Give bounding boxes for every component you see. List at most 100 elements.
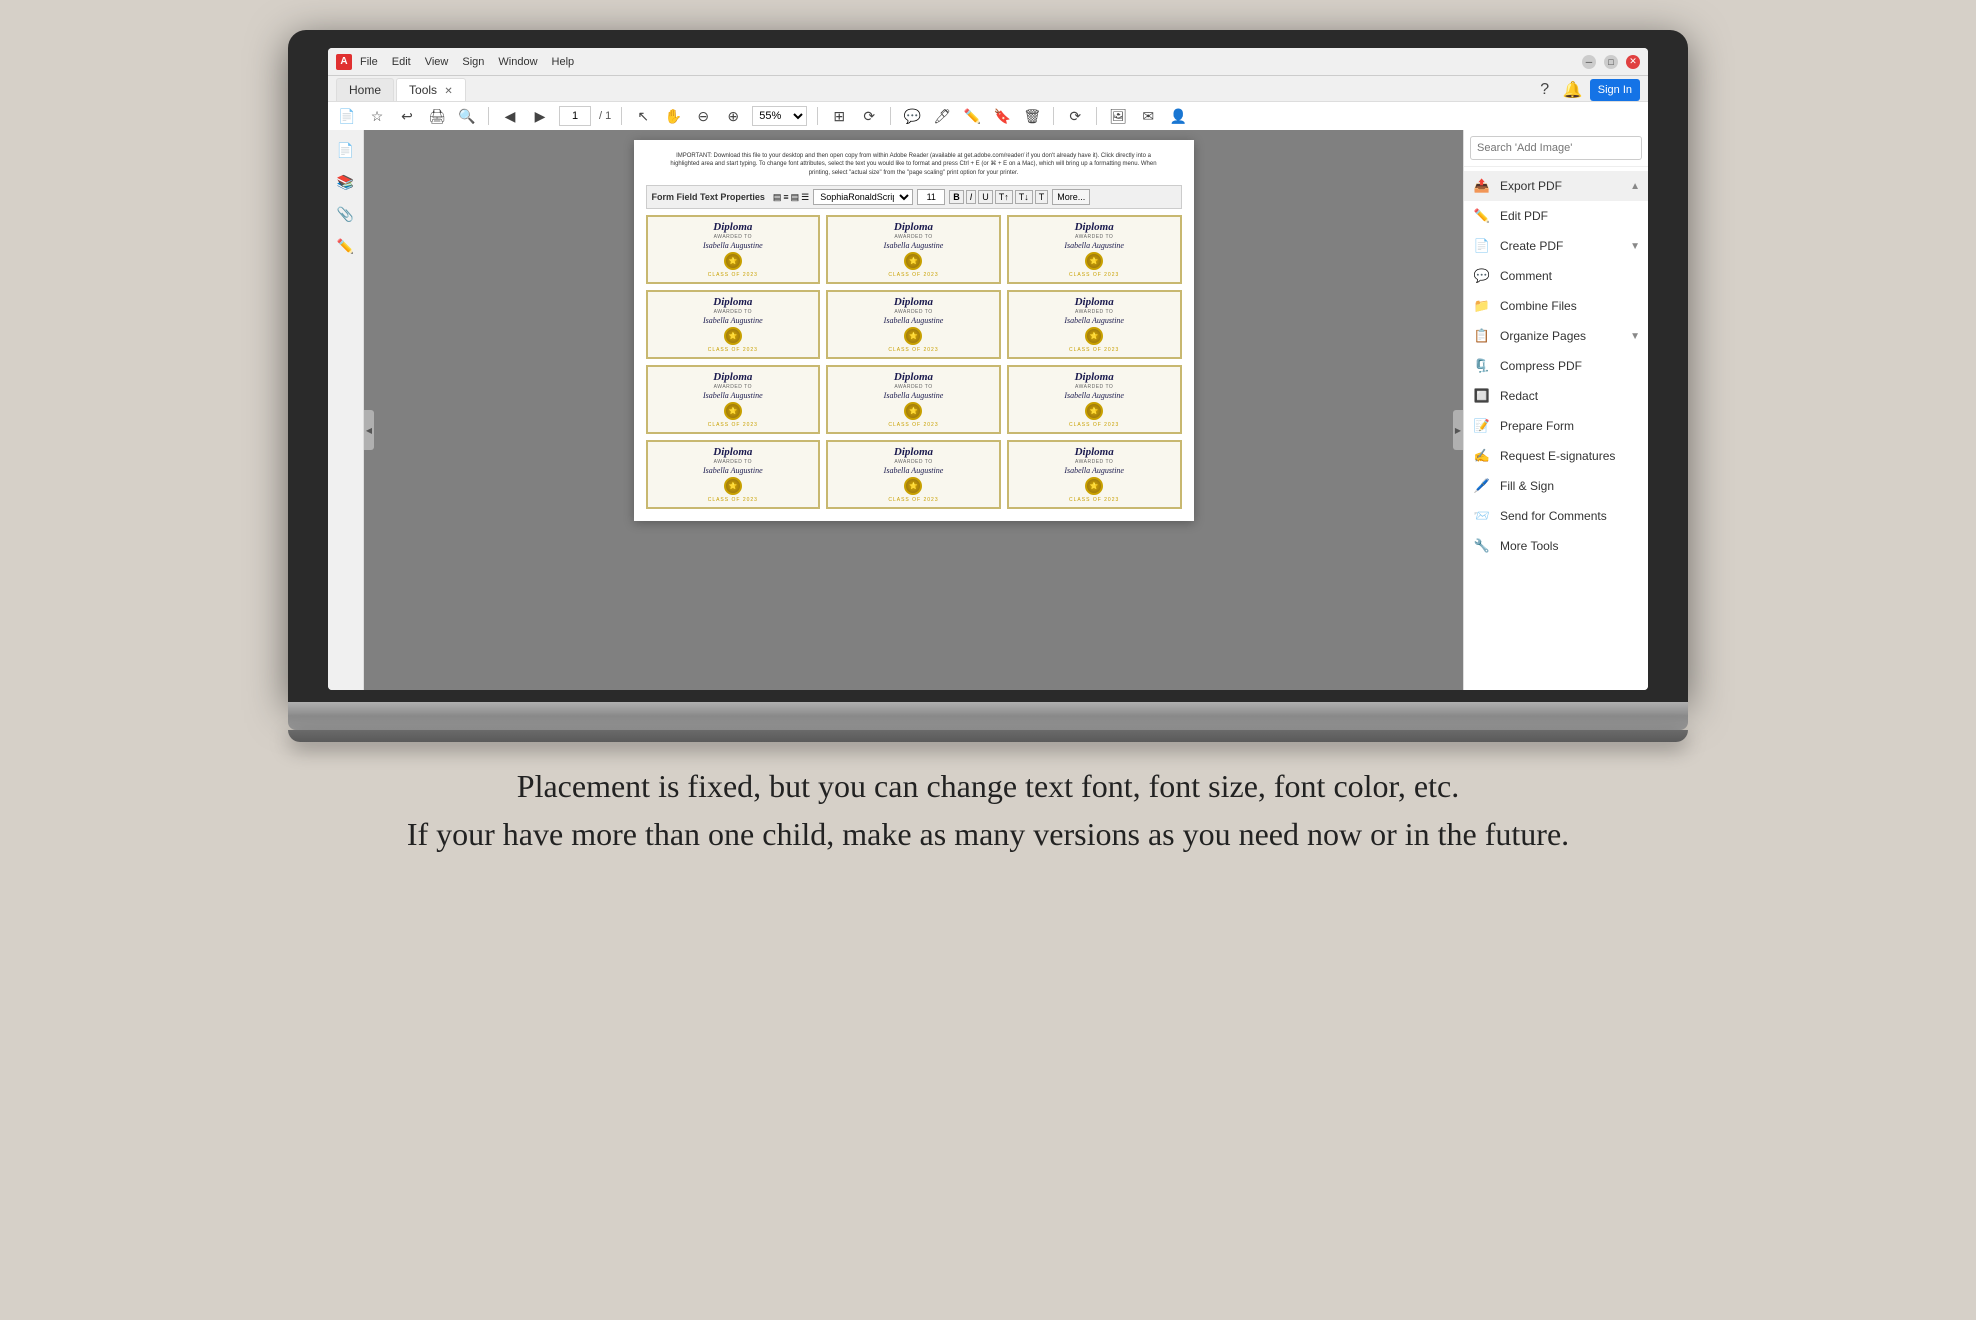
diploma-card-3: Diploma AWARDED TO Isabella Augustine ⭐ …	[1007, 215, 1182, 284]
zoom-out-button[interactable]: ⊖	[692, 105, 714, 127]
diploma-awarded-4: AWARDED TO	[652, 309, 815, 315]
tool-export-pdf[interactable]: 📤 Export PDF ▲	[1464, 171, 1648, 201]
tool-create-pdf[interactable]: 📄 Create PDF ▼	[1464, 231, 1648, 261]
tool-compress-pdf[interactable]: 🗜️ Compress PDF	[1464, 351, 1648, 381]
new-doc-button[interactable]: 📄	[336, 105, 358, 127]
menu-help[interactable]: Help	[552, 56, 575, 68]
diploma-title-6: Diploma	[1013, 296, 1176, 308]
rotate-button[interactable]: ⟳	[858, 105, 880, 127]
collapse-left-handle[interactable]: ◀	[364, 410, 374, 450]
collapse-right-handle[interactable]: ▶	[1453, 410, 1463, 450]
menu-edit[interactable]: Edit	[392, 56, 411, 68]
export-pdf-arrow: ▲	[1630, 181, 1640, 192]
menu-sign[interactable]: Sign	[462, 56, 484, 68]
form-justify[interactable]: ☰	[801, 192, 809, 203]
text-color-button[interactable]: T	[1035, 190, 1049, 204]
menu-window[interactable]: Window	[498, 56, 537, 68]
tab-home[interactable]: Home	[336, 78, 394, 101]
stamp-button[interactable]: 🔖	[991, 105, 1013, 127]
bookmark-button[interactable]: ☆	[366, 105, 388, 127]
sign-in-button[interactable]: Sign In	[1590, 79, 1640, 101]
tab-tools[interactable]: Tools ✕	[396, 78, 466, 101]
form-align-left[interactable]: ▤	[773, 192, 782, 203]
close-button[interactable]: ✕	[1626, 55, 1640, 69]
sidebar-icon-3[interactable]: 📎	[334, 202, 358, 226]
separator-6	[1096, 107, 1097, 125]
mail-button[interactable]: ✉	[1137, 105, 1159, 127]
maximize-button[interactable]: □	[1604, 55, 1618, 69]
sidebar-icon-1[interactable]: 📄	[334, 138, 358, 162]
pdf-viewer: ◀ IMPORTANT: Download this file to your …	[364, 130, 1463, 690]
form-toolbar-title: Form Field Text Properties	[652, 192, 765, 202]
diploma-name-12: Isabella Augustine	[1013, 466, 1176, 475]
tool-edit-pdf[interactable]: ✏️ Edit PDF	[1464, 201, 1648, 231]
share-button[interactable]: ⟳	[1064, 105, 1086, 127]
font-size-input[interactable]: 11	[917, 189, 945, 205]
delete-button[interactable]: 🗑	[1021, 105, 1043, 127]
diploma-card-2: Diploma AWARDED TO Isabella Augustine ⭐ …	[826, 215, 1001, 284]
page-input[interactable]	[559, 106, 591, 126]
minimize-button[interactable]: ─	[1582, 55, 1596, 69]
tool-combine-files[interactable]: 📁 Combine Files	[1464, 291, 1648, 321]
zoom-select[interactable]: 55% 75% 100%	[752, 106, 807, 126]
tool-fill-sign[interactable]: 🖊️ Fill & Sign	[1464, 471, 1648, 501]
tool-send-comments[interactable]: 📨 Send for Comments	[1464, 501, 1648, 531]
form-align-right[interactable]: ▤	[791, 192, 800, 203]
tools-list: 📤 Export PDF ▲ ✏️ Edit PDF 📄 Create PDF	[1464, 167, 1648, 690]
form-align-center[interactable]: ≡	[783, 192, 788, 202]
tool-organize-pages[interactable]: 📋 Organize Pages ▼	[1464, 321, 1648, 351]
sidebar-icon-4[interactable]: ✏️	[334, 234, 358, 258]
highlight-button[interactable]: ✏️	[961, 105, 983, 127]
tool-more-tools[interactable]: 🔧 More Tools	[1464, 531, 1648, 561]
help-button[interactable]: ?	[1534, 79, 1556, 101]
image-tool-button[interactable]: 🖼	[1107, 105, 1129, 127]
sidebar-icon-2[interactable]: 📚	[334, 170, 358, 194]
diploma-card-4: Diploma AWARDED TO Isabella Augustine ⭐ …	[646, 290, 821, 359]
italic-button[interactable]: I	[966, 190, 977, 204]
tools-search-input[interactable]	[1470, 136, 1642, 160]
separator-4	[890, 107, 891, 125]
pen-button[interactable]: 🖊	[931, 105, 953, 127]
diploma-class-7: CLASS OF 2023	[652, 422, 815, 428]
font-select[interactable]: SophiaRonaldScript	[813, 189, 913, 205]
underline-button[interactable]: U	[978, 190, 993, 204]
hand-tool-button[interactable]: ✋	[662, 105, 684, 127]
select-tool-button[interactable]: ↖	[632, 105, 654, 127]
print-button[interactable]: 🖨	[426, 105, 448, 127]
diploma-class-5: CLASS OF 2023	[832, 347, 995, 353]
more-button[interactable]: More...	[1052, 189, 1090, 205]
more-tools-icon: 🔧	[1472, 536, 1492, 556]
tool-comment[interactable]: 💬 Comment	[1464, 261, 1648, 291]
menu-view[interactable]: View	[425, 56, 449, 68]
next-page-button[interactable]: ▶	[529, 105, 551, 127]
caption-area: Placement is fixed, but you can change t…	[327, 762, 1649, 858]
diploma-seal-10: ⭐	[724, 477, 742, 495]
subscript-button[interactable]: T↓	[1015, 190, 1033, 204]
tool-prepare-form[interactable]: 📝 Prepare Form	[1464, 411, 1648, 441]
prev-page-button[interactable]: ◀	[499, 105, 521, 127]
diploma-class-6: CLASS OF 2023	[1013, 347, 1176, 353]
superscript-button[interactable]: T↑	[995, 190, 1013, 204]
notifications-button[interactable]: 🔔	[1562, 79, 1584, 101]
tab-close-icon[interactable]: ✕	[444, 86, 452, 97]
diploma-name-4: Isabella Augustine	[652, 316, 815, 325]
comment-button[interactable]: 💬	[901, 105, 923, 127]
diploma-awarded-7: AWARDED TO	[652, 384, 815, 390]
back-button[interactable]: ↩	[396, 105, 418, 127]
menu-file[interactable]: File	[360, 56, 378, 68]
tool-request-esig[interactable]: ✍️ Request E-signatures	[1464, 441, 1648, 471]
search-btn[interactable]: 🔍	[456, 105, 478, 127]
left-sidebar: 📄 📚 📎 ✏️	[328, 130, 364, 690]
diploma-title-1: Diploma	[652, 221, 815, 233]
diploma-card-6: Diploma AWARDED TO Isabella Augustine ⭐ …	[1007, 290, 1182, 359]
send-comments-icon: 📨	[1472, 506, 1492, 526]
fit-page-button[interactable]: ⊞	[828, 105, 850, 127]
zoom-in-button[interactable]: ⊕	[722, 105, 744, 127]
right-panel-search	[1464, 130, 1648, 167]
caption-line-2: If your have more than one child, make a…	[407, 810, 1569, 858]
user-button[interactable]: 👤	[1167, 105, 1189, 127]
main-content: 📄 📚 📎 ✏️ ◀ IMPORTANT: Download this file…	[328, 130, 1648, 690]
bold-button[interactable]: B	[949, 190, 964, 204]
tool-redact[interactable]: 🔲 Redact	[1464, 381, 1648, 411]
diploma-class-2: CLASS OF 2023	[832, 272, 995, 278]
